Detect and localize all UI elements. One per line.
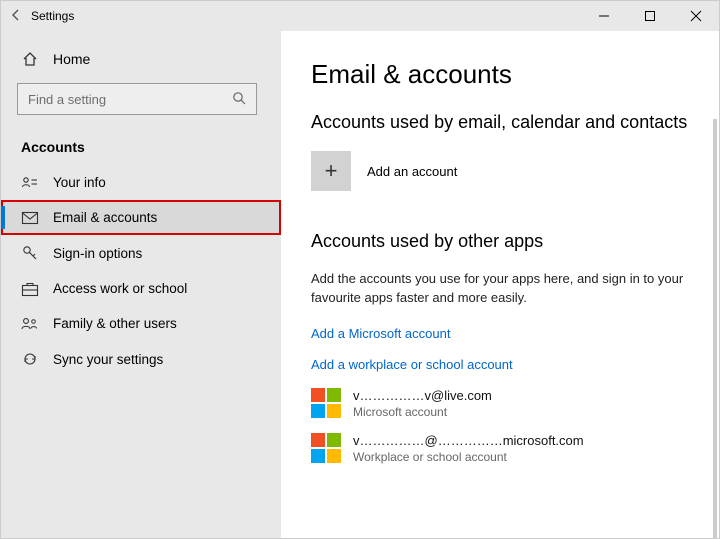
sidebar-item-access-work-school[interactable]: Access work or school [1, 271, 281, 306]
sidebar-item-label: Sync your settings [53, 352, 163, 367]
sidebar-item-label: Email & accounts [53, 210, 157, 225]
home-icon [21, 51, 39, 67]
sidebar-item-email-accounts[interactable]: Email & accounts [1, 200, 281, 235]
home-label: Home [53, 51, 90, 67]
person-card-icon [21, 176, 39, 190]
sidebar-item-label: Family & other users [53, 316, 177, 331]
content-pane: Email & accounts Accounts used by email,… [281, 31, 719, 538]
scrollbar[interactable] [713, 119, 717, 538]
sync-icon [21, 351, 39, 367]
titlebar: Settings [1, 1, 719, 31]
sidebar-item-label: Access work or school [53, 281, 187, 296]
account-entry[interactable]: v……………@……………microsoft.com Workplace or s… [311, 433, 691, 464]
search-icon [232, 91, 246, 108]
add-account-label: Add an account [367, 164, 457, 179]
sidebar-item-sync-settings[interactable]: Sync your settings [1, 341, 281, 377]
window-title: Settings [31, 9, 74, 23]
account-email: v……………@……………microsoft.com [353, 433, 584, 448]
maximize-button[interactable] [627, 1, 673, 31]
section-other-apps: Accounts used by other apps [311, 231, 691, 252]
plus-icon: + [311, 151, 351, 191]
mail-icon [21, 212, 39, 224]
add-microsoft-account-link[interactable]: Add a Microsoft account [311, 326, 691, 341]
sidebar-item-family-other-users[interactable]: Family & other users [1, 306, 281, 341]
key-icon [21, 245, 39, 261]
minimize-button[interactable] [581, 1, 627, 31]
search-placeholder: Find a setting [28, 92, 106, 107]
account-type: Workplace or school account [353, 450, 584, 464]
people-icon [21, 317, 39, 331]
account-type: Microsoft account [353, 405, 492, 419]
close-button[interactable] [673, 1, 719, 31]
section-email-calendar: Accounts used by email, calendar and con… [311, 112, 691, 133]
home-link[interactable]: Home [1, 45, 281, 73]
account-email: v……………v@live.com [353, 388, 492, 403]
sidebar-item-label: Sign-in options [53, 246, 142, 261]
back-icon[interactable] [9, 8, 23, 25]
add-account-button[interactable]: + Add an account [311, 151, 691, 191]
sidebar-item-sign-in-options[interactable]: Sign-in options [1, 235, 281, 271]
microsoft-logo-icon [311, 388, 341, 418]
sidebar-item-your-info[interactable]: Your info [1, 165, 281, 200]
section-other-apps-desc: Add the accounts you use for your apps h… [311, 270, 691, 308]
search-input[interactable]: Find a setting [17, 83, 257, 115]
sidebar-item-label: Your info [53, 175, 106, 190]
sidebar: Home Find a setting Accounts Your info [1, 31, 281, 538]
microsoft-logo-icon [311, 433, 341, 463]
add-workplace-account-link[interactable]: Add a workplace or school account [311, 357, 691, 372]
category-heading: Accounts [1, 121, 281, 165]
page-title: Email & accounts [311, 59, 691, 90]
account-entry[interactable]: v……………v@live.com Microsoft account [311, 388, 691, 419]
briefcase-icon [21, 282, 39, 296]
settings-window: Settings Home Find a [0, 0, 720, 539]
